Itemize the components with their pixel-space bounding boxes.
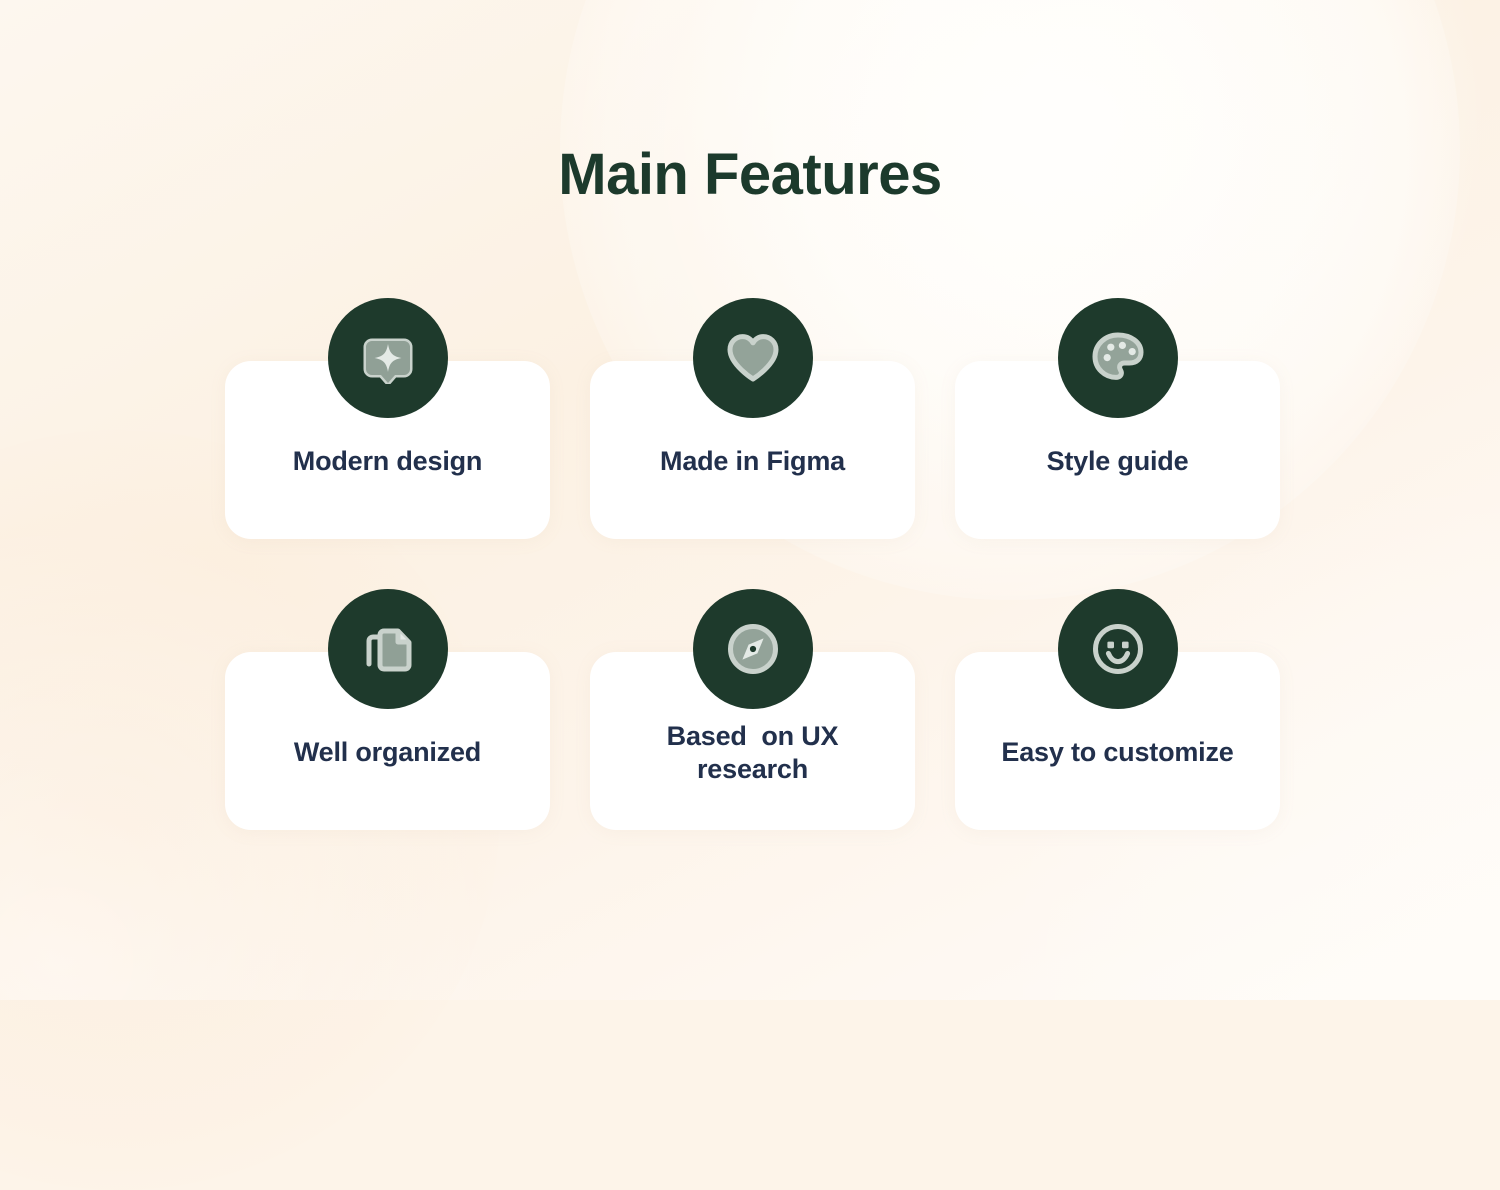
- feature-label: Modern design: [292, 446, 483, 476]
- features-grid: Modern design Made in Figma Style guide …: [225, 298, 1280, 943]
- feature-card-modern-design[interactable]: Modern design: [225, 298, 550, 539]
- features-page: Main Features Modern design Made in Figm…: [0, 0, 1500, 1000]
- feature-card-based-on-ux-research[interactable]: Based on UX research: [590, 589, 915, 830]
- feature-label: Easy to customize: [1001, 737, 1234, 767]
- feature-label: Well organized: [293, 737, 482, 767]
- feature-card-well-organized[interactable]: Well organized: [225, 589, 550, 830]
- copy-documents-icon: [327, 589, 448, 709]
- feature-label: Based on UX research: [666, 721, 839, 784]
- page-title: Main Features: [558, 142, 942, 207]
- features-row-2: Well organized Based on UX research Easy…: [225, 589, 1280, 830]
- smiley-face-icon: [1057, 589, 1178, 709]
- feature-card-made-in-figma[interactable]: Made in Figma: [590, 298, 915, 539]
- feature-card-style-guide[interactable]: Style guide: [955, 298, 1280, 539]
- sparkle-bubble-icon: [327, 298, 448, 418]
- feature-label: Made in Figma: [660, 446, 845, 476]
- features-row-1: Modern design Made in Figma Style guide: [225, 298, 1280, 539]
- palette-icon: [1057, 298, 1178, 418]
- feature-label: Style guide: [1046, 446, 1189, 476]
- heart-icon: [692, 298, 813, 418]
- feature-card-easy-to-customize[interactable]: Easy to customize: [955, 589, 1280, 830]
- compass-icon: [692, 589, 813, 709]
